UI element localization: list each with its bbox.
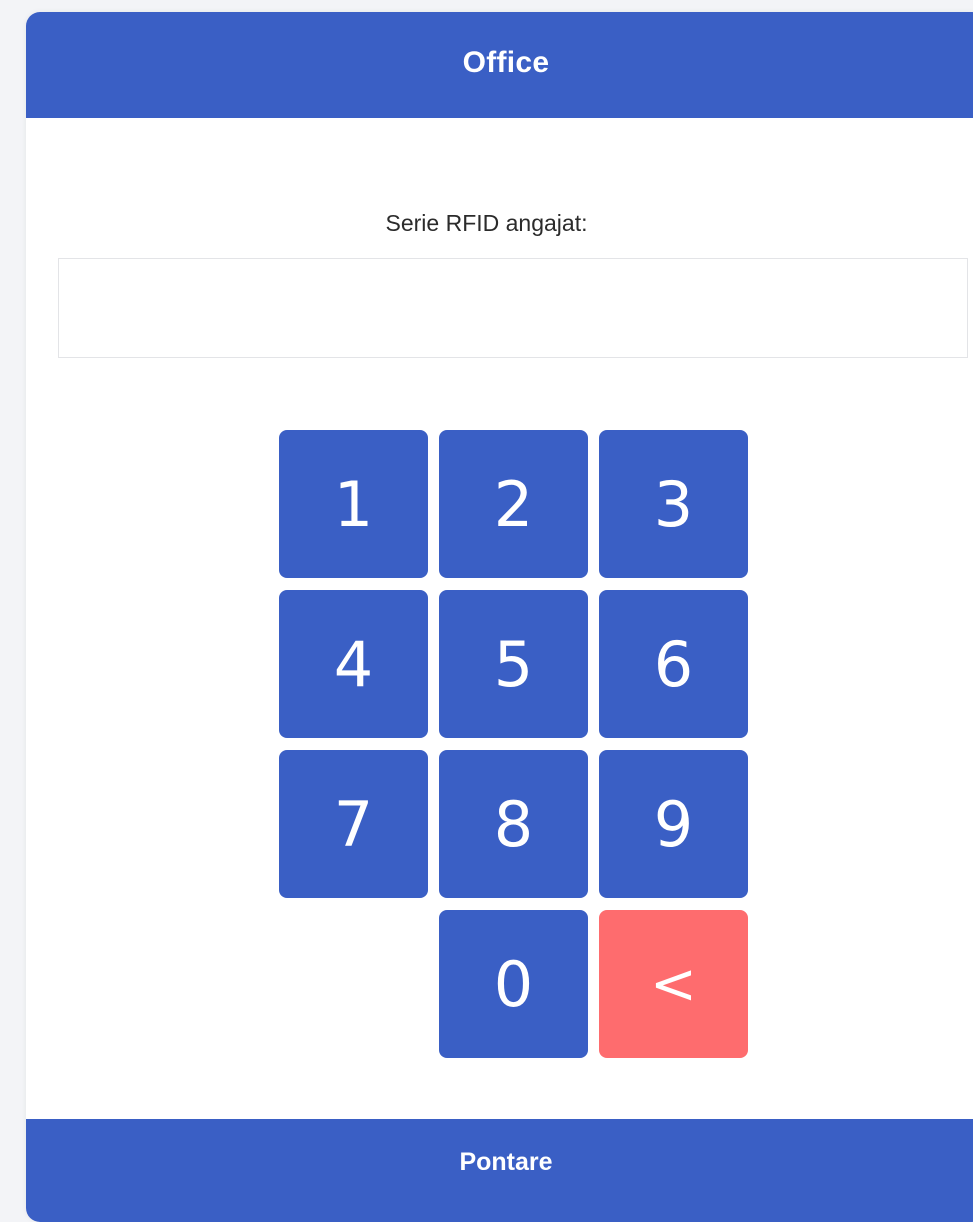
key-9[interactable]: 9 bbox=[599, 750, 748, 898]
rfid-label: Serie RFID angajat: bbox=[385, 210, 588, 236]
key-5[interactable]: 5 bbox=[439, 590, 588, 738]
key-0[interactable]: 0 bbox=[439, 910, 588, 1058]
key-2[interactable]: 2 bbox=[439, 430, 588, 578]
key-1[interactable]: 1 bbox=[279, 430, 428, 578]
key-7[interactable]: 7 bbox=[279, 750, 428, 898]
pontare-label: Pontare bbox=[459, 1148, 553, 1176]
header-bar: Office bbox=[26, 12, 973, 118]
pontare-button[interactable]: Pontare bbox=[26, 1119, 973, 1222]
header-title: Office bbox=[462, 46, 550, 79]
key-8[interactable]: 8 bbox=[439, 750, 588, 898]
rfid-input[interactable] bbox=[58, 258, 968, 358]
backspace-button[interactable]: < bbox=[599, 910, 748, 1058]
key-4[interactable]: 4 bbox=[279, 590, 428, 738]
pontaj-card: Office Serie RFID angajat: 1 2 3 4 5 6 7… bbox=[26, 12, 973, 1222]
key-3[interactable]: 3 bbox=[599, 430, 748, 578]
key-6[interactable]: 6 bbox=[599, 590, 748, 738]
